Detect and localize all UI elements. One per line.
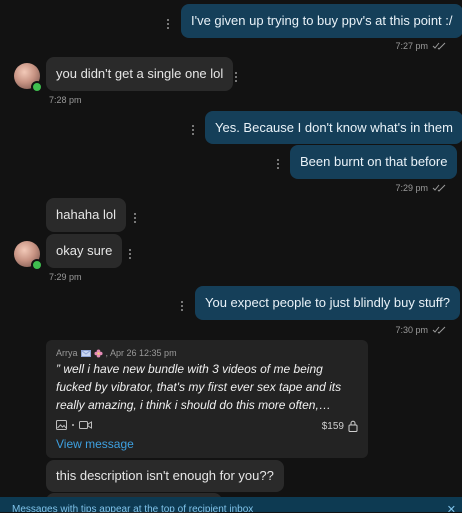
message-text: okay sure — [56, 243, 113, 258]
quote-date: , Apr 26 12:35 pm — [105, 348, 177, 358]
message-options-button[interactable] — [230, 69, 242, 85]
message-text: hahaha lol — [56, 207, 116, 222]
incoming-message[interactable]: okay sure — [46, 234, 123, 268]
double-check-icon — [432, 42, 446, 50]
message-options-button[interactable] — [176, 298, 188, 314]
outgoing-message[interactable]: I've given up trying to buy ppv's at thi… — [181, 4, 462, 38]
message-text: you didn't get a single one lol — [56, 66, 224, 81]
timestamp-text: 7:28 pm — [49, 95, 82, 105]
message-text: Been burnt on that before — [300, 154, 448, 169]
price-label: $159 — [322, 420, 358, 432]
message-timestamp: 7:29 pm — [49, 272, 82, 282]
quote-author: Arrya — [56, 348, 78, 358]
lock-icon — [348, 420, 358, 432]
message-options-button[interactable] — [272, 156, 284, 172]
timestamp-text: 7:29 pm — [49, 272, 82, 282]
media-icons — [56, 420, 92, 430]
message-options-button[interactable] — [124, 246, 136, 262]
double-check-icon — [432, 326, 446, 334]
online-status-indicator — [31, 81, 43, 93]
outgoing-message[interactable]: Been burnt on that before — [290, 145, 458, 179]
mail-icon — [80, 349, 91, 357]
quoted-message-card[interactable]: Arrya , Apr 26 12:35 pm ” well i have ne… — [46, 340, 368, 458]
timestamp-text: 7:29 pm — [395, 183, 428, 193]
message-timestamp: 7:30 pm — [395, 325, 446, 335]
message-timestamp: 7:28 pm — [49, 95, 82, 105]
close-icon[interactable]: ✕ — [447, 503, 456, 512]
banner-text: Messages with tips appear at the top of … — [12, 504, 254, 512]
message-timestamp: 7:29 pm — [395, 183, 446, 193]
message-options-button[interactable] — [129, 210, 141, 226]
message-timestamp: 7:27 pm — [395, 41, 446, 51]
double-check-icon — [432, 184, 446, 192]
message-options-button[interactable] — [187, 122, 199, 138]
video-icon — [79, 421, 92, 429]
message-text: You expect people to just blindly buy st… — [205, 295, 451, 310]
image-icon — [56, 420, 67, 430]
quote-text: ” well i have new bundle with 3 videos o… — [56, 362, 342, 412]
quote-meta: Arrya , Apr 26 12:35 pm — [56, 348, 177, 358]
message-text: Yes. Because I don't know what's in them — [215, 119, 453, 135]
separator-dot — [72, 424, 74, 426]
incoming-message[interactable]: hahaha lol — [46, 198, 126, 232]
timestamp-text: 7:27 pm — [395, 41, 428, 51]
incoming-message[interactable]: this description isn't enough for you?? — [46, 460, 284, 492]
online-status-indicator — [31, 259, 43, 271]
outgoing-message[interactable]: You expect people to just blindly buy st… — [195, 286, 461, 320]
view-message-link[interactable]: View message — [56, 437, 134, 451]
flower-icon — [93, 348, 103, 358]
message-options-button[interactable] — [162, 16, 174, 32]
message-text: I've given up trying to buy ppv's at thi… — [191, 13, 453, 28]
message-text: this description isn't enough for you?? — [56, 468, 274, 483]
price-text: $159 — [321, 420, 344, 432]
outgoing-message[interactable]: Yes. Because I don't know what's in them — [205, 111, 462, 144]
timestamp-text: 7:30 pm — [395, 325, 428, 335]
incoming-message[interactable]: you didn't get a single one lol — [46, 57, 234, 91]
tips-info-banner: Messages with tips appear at the top of … — [0, 497, 462, 512]
